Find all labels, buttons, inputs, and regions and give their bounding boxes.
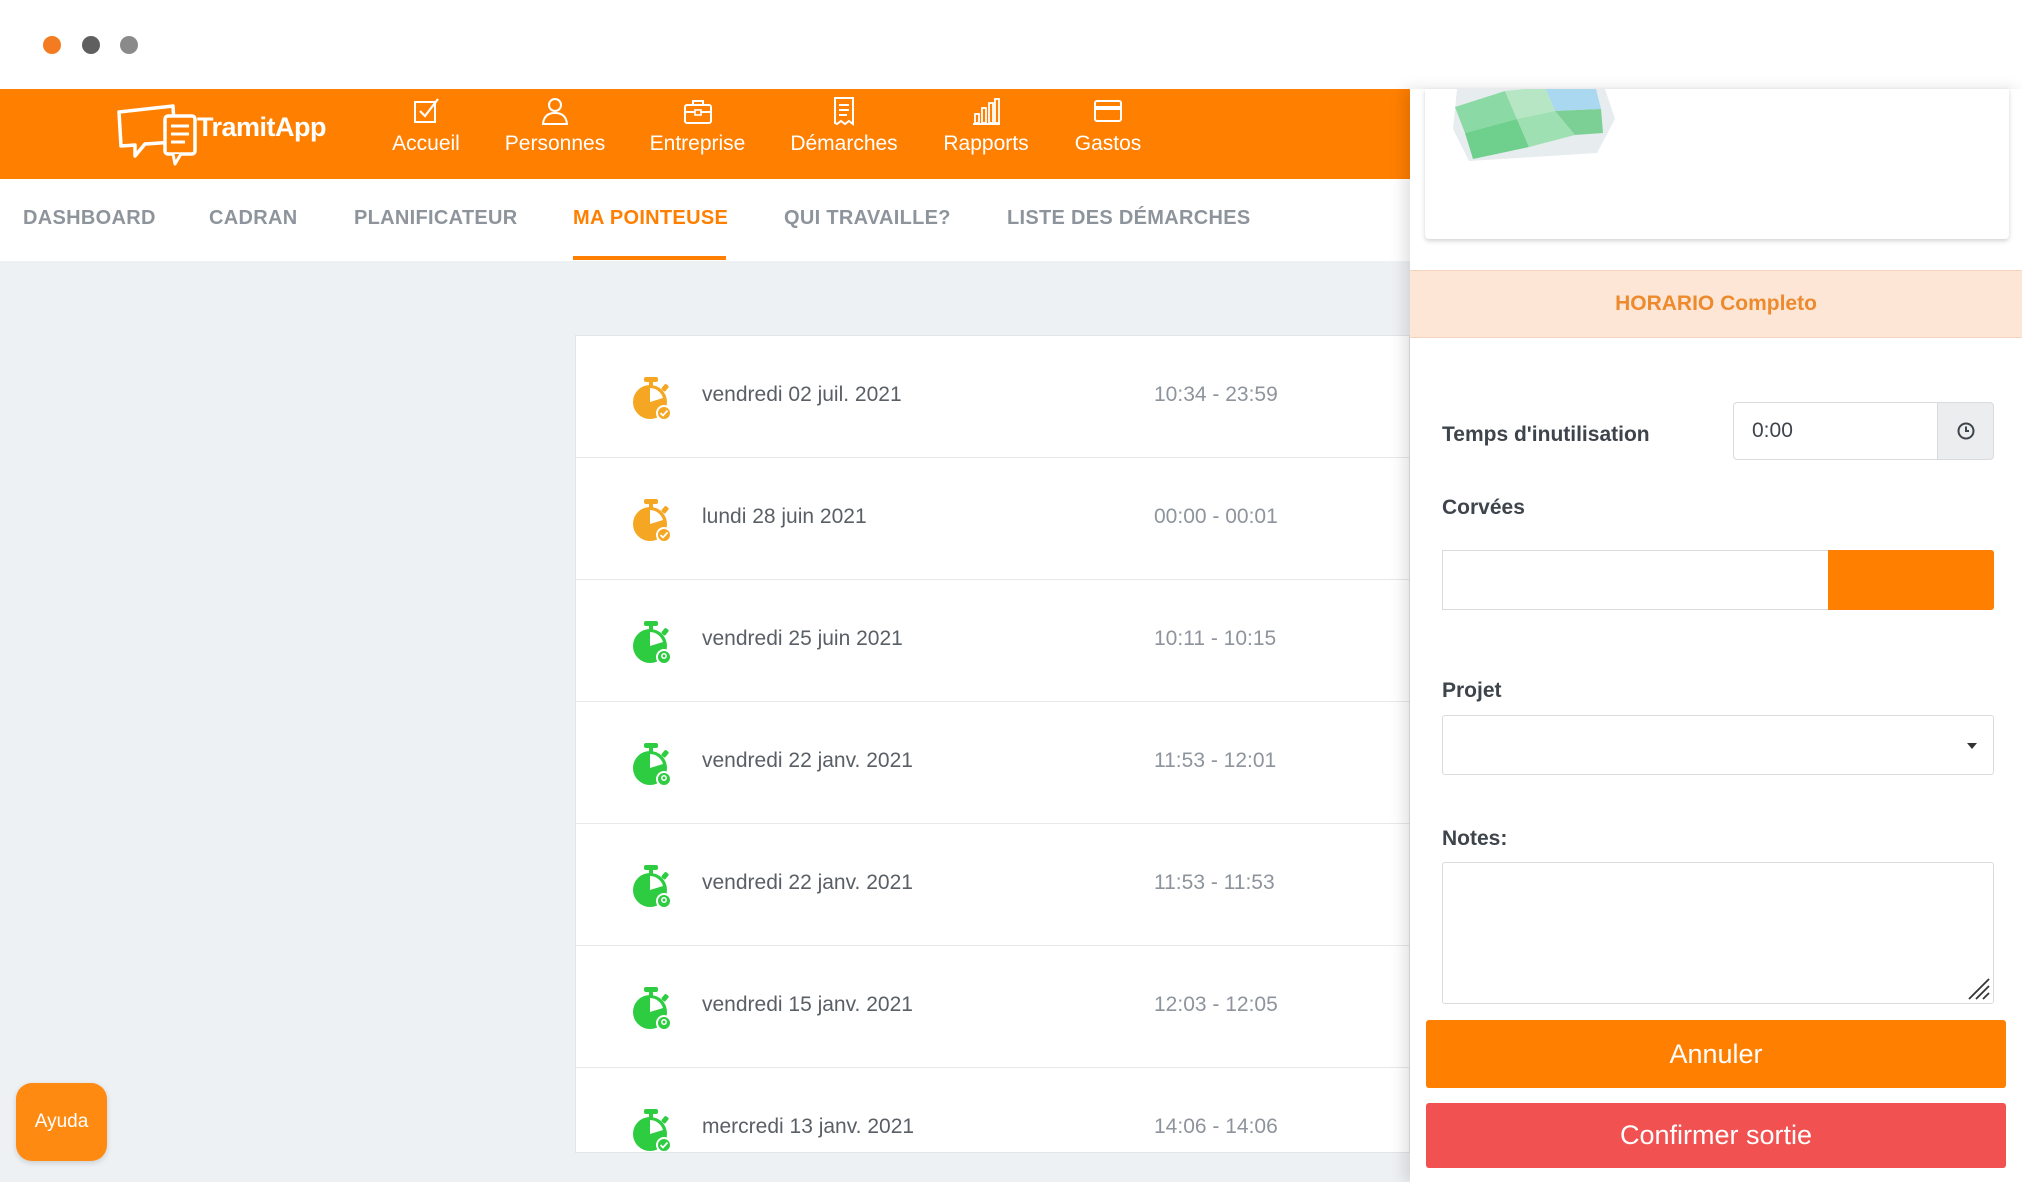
nav-label: Entreprise (649, 132, 746, 155)
stopwatch-icon (633, 987, 672, 1031)
logo-text-app: App (275, 112, 327, 142)
document-icon (834, 97, 854, 126)
time-entry-row[interactable]: lundi 28 juin 2021 00:00 - 00:01 (576, 458, 1409, 580)
confirm-exit-button[interactable]: Confirmer sortie (1426, 1103, 2006, 1168)
stopwatch-icon (633, 621, 672, 665)
sub-tabs-bar: DASHBOARD CADRAN PLANIFICATEUR MA POINTE… (0, 179, 1410, 261)
help-button[interactable]: Ayuda (16, 1083, 107, 1161)
project-label: Projet (1442, 679, 1502, 702)
entry-date: vendredi 15 janv. 2021 (702, 993, 913, 1016)
person-icon (541, 98, 569, 125)
map-icon (1453, 89, 1615, 161)
chores-label: Corvées (1442, 496, 1525, 519)
schedule-banner: HORARIO Completo (1410, 270, 2022, 338)
time-entry-row[interactable]: vendredi 22 janv. 2021 11:53 - 11:53 (576, 824, 1409, 946)
nav-demarches[interactable]: Démarches (788, 96, 900, 170)
chores-input[interactable] (1442, 550, 1828, 610)
nav-label: Gastos (1074, 132, 1142, 155)
entry-date: vendredi 22 janv. 2021 (702, 749, 913, 772)
logo-text-tramit: Tramit (197, 112, 276, 142)
nav-gastos[interactable]: Gastos (1068, 96, 1148, 170)
clock-out-panel (1410, 89, 2022, 1182)
entry-date: vendredi 22 janv. 2021 (702, 871, 913, 894)
tab-ma-pointeuse[interactable]: MA POINTEUSE (573, 207, 728, 230)
logo-wordmark: TramitApp (197, 112, 327, 143)
speech-bubble-logo-icon (117, 104, 197, 166)
nav-label: Rapports (943, 132, 1029, 155)
briefcase-icon (683, 100, 712, 124)
entry-time-range: 10:11 - 10:15 (1154, 627, 1277, 650)
nav-label: Démarches (790, 132, 898, 155)
entry-date: mercredi 13 janv. 2021 (702, 1115, 915, 1138)
nav-personnes[interactable]: Personnes (500, 96, 610, 170)
entry-time-range: 00:00 - 00:01 (1154, 505, 1278, 528)
clock-picker-button[interactable] (1937, 402, 1994, 460)
entry-time-range: 11:53 - 12:01 (1154, 749, 1277, 772)
nav-rapports[interactable]: Rapports (940, 96, 1032, 170)
chores-select-button[interactable] (1828, 550, 1994, 610)
active-tab-indicator (573, 256, 726, 260)
tramitapp-logo[interactable]: TramitApp (115, 98, 330, 166)
nav-entreprise[interactable]: Entreprise (645, 96, 750, 170)
tab-planificateur[interactable]: PLANIFICATEUR (354, 207, 518, 230)
time-entry-row[interactable]: vendredi 22 janv. 2021 11:53 - 12:01 (576, 702, 1409, 824)
tab-qui-travaille[interactable]: QUI TRAVAILLE? (784, 207, 951, 230)
stopwatch-icon (633, 865, 672, 909)
project-select[interactable] (1442, 715, 1994, 775)
tab-dashboard[interactable]: DASHBOARD (23, 207, 156, 230)
window-maximize-dot[interactable] (120, 36, 138, 54)
entry-date: vendredi 25 juin 2021 (702, 627, 903, 650)
usage-time-input[interactable]: 0:00 (1733, 402, 1937, 460)
notes-label: Notes: (1442, 827, 1508, 850)
tab-liste-des-demarches[interactable]: LISTE DES DÉMARCHES (1007, 207, 1251, 230)
stopwatch-icon (633, 499, 672, 543)
notes-textarea[interactable] (1442, 862, 1994, 1004)
stopwatch-icon (633, 377, 672, 421)
time-entry-row[interactable]: mercredi 13 janv. 2021 14:06 - 14:06 (576, 1068, 1409, 1152)
window-titlebar (0, 0, 2022, 89)
time-entry-row[interactable]: vendredi 25 juin 2021 10:11 - 10:15 (576, 580, 1409, 702)
window-minimize-dot[interactable] (82, 36, 100, 54)
stopwatch-icon (633, 1109, 672, 1152)
entry-time-range: 10:34 - 23:59 (1154, 383, 1278, 406)
time-entries-list: vendredi 02 juil. 2021 10:34 - 23:59 lun… (575, 335, 1410, 1153)
nav-label: Personnes (504, 132, 606, 155)
stopwatch-icon (633, 743, 672, 787)
credit-card-icon (1094, 100, 1122, 122)
entry-time-range: 14:06 - 14:06 (1154, 1115, 1278, 1138)
map-card[interactable] (1425, 89, 2009, 239)
tab-cadran[interactable]: CADRAN (209, 207, 297, 230)
bar-chart-icon (973, 98, 1000, 125)
cancel-button[interactable]: Annuler (1426, 1020, 2006, 1088)
entry-time-range: 12:03 - 12:05 (1154, 993, 1278, 1016)
entry-time-range: 11:53 - 11:53 (1154, 871, 1275, 894)
window-close-dot[interactable] (43, 36, 61, 54)
usage-time-label: Temps d'inutilisation (1442, 423, 1650, 446)
checkbox-icon (414, 98, 439, 123)
time-entry-row[interactable]: vendredi 02 juil. 2021 10:34 - 23:59 (576, 336, 1409, 458)
clock-icon (1957, 422, 1974, 440)
nav-accueil[interactable]: Accueil (390, 96, 462, 170)
entry-date: vendredi 02 juil. 2021 (702, 383, 902, 406)
nav-label: Accueil (392, 132, 460, 155)
time-entry-row[interactable]: vendredi 15 janv. 2021 12:03 - 12:05 (576, 946, 1409, 1068)
entry-date: lundi 28 juin 2021 (702, 505, 867, 528)
chevron-down-icon (1967, 743, 1977, 749)
resize-handle-icon[interactable] (1965, 975, 1991, 1001)
